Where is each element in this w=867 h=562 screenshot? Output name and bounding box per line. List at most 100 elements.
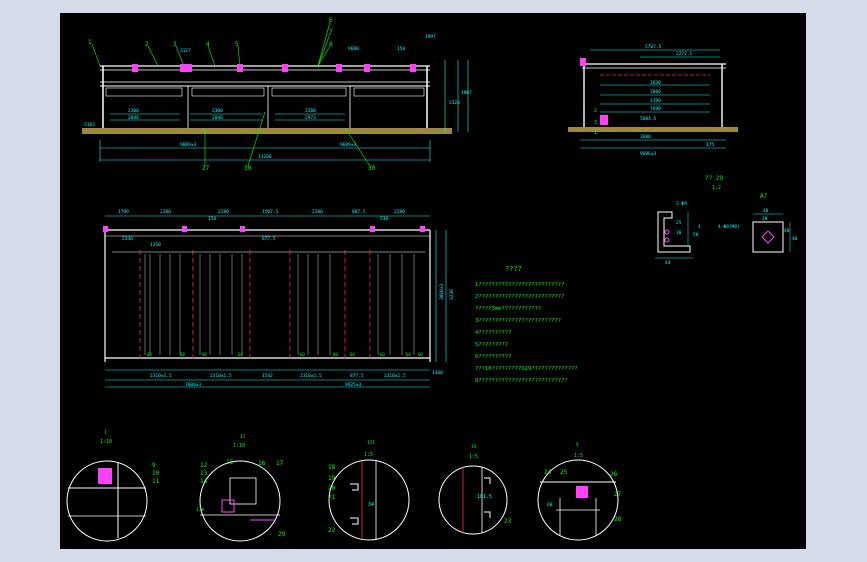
side-dim-2272: 2272.5: [676, 51, 693, 57]
dim-9680: 9680: [348, 46, 359, 52]
side-dim-3680: 3680: [640, 134, 651, 140]
detail-IV-dim: 101.5: [477, 494, 492, 500]
balloon-3: 3: [173, 41, 177, 48]
balloon-4: 4: [206, 41, 210, 48]
detail-I-callout-11: 11: [152, 478, 160, 485]
detail-I-callout-10: 10: [152, 470, 160, 477]
plan-dim-1507: 1507.5: [262, 209, 279, 215]
plan-dim-2310b: 2310±1.5: [210, 373, 232, 379]
plan-dim-3230: 3230: [449, 289, 455, 300]
note-line-6: 5?????????: [475, 342, 508, 348]
balloon-5: 5: [235, 41, 239, 48]
technical-notes: ???? 1?????????????????????????? 2??????…: [475, 265, 578, 384]
detail-V-callout-27: 27: [614, 491, 622, 498]
detail-III-callout-21: 21: [328, 494, 336, 501]
note-line-5: 4??????????: [475, 330, 511, 336]
plan-dim-1360: 1360: [432, 370, 443, 376]
detail-V-callout-24: 24: [544, 469, 552, 476]
detail-II-callout-178: 178: [196, 507, 204, 513]
plan-dim-887: 887.5: [352, 209, 366, 215]
balloon-6: 6: [329, 17, 333, 24]
detail-circle-V: V 1:5 24 25 26 27 28 60: [537, 442, 622, 541]
side-dim-9606: 9606±3: [640, 151, 657, 157]
detail-II-callout-13: 13: [200, 470, 208, 477]
plan-dim-2346: 2346: [122, 236, 133, 242]
block-dim-40a: 40: [763, 208, 769, 214]
balloon-7: 7: [329, 29, 333, 36]
note-line-9: 8???????????????????????????: [475, 378, 568, 384]
plan-dim-1542: 1542: [262, 373, 273, 379]
panel-label: 60: [380, 352, 385, 357]
block-dim-20: 20: [762, 216, 768, 222]
dim-2300a: 2300: [128, 108, 139, 114]
panel-label: 60: [147, 352, 152, 357]
detail-V-dim-60: 60: [547, 502, 553, 508]
detail-IV-callout-23: 23: [504, 518, 512, 525]
panel-label: 60: [350, 352, 355, 357]
detail-II-label: II: [240, 434, 246, 440]
plan-dim-877b: 877.5: [350, 373, 364, 379]
panel-label: 60: [418, 352, 423, 357]
side-dim-175: 175: [706, 142, 714, 148]
panel-label: 60: [202, 352, 207, 357]
block-dim-40c: 40: [784, 228, 790, 234]
dim-3120: 3120: [449, 100, 460, 106]
detail-circle-IV: IV 1:5 101.5 23: [438, 444, 512, 535]
notes-title: ????: [505, 265, 522, 273]
detail-III-label: III: [367, 440, 375, 446]
plan-dim-530: 530: [380, 216, 388, 222]
front-elevation: 1 2 3 4 5 6 7 8 27 30 30 2300 2048 2300 …: [82, 17, 472, 172]
side-callout-3: 3: [594, 120, 597, 126]
dim-1997: 1997: [425, 34, 436, 40]
side-dim-7690: 7690: [650, 106, 661, 112]
side-dim-5707: 5707.5: [645, 44, 662, 50]
block-dim-holes: 4-Φ8(M8): [718, 224, 740, 230]
plan-dim-1350: 1350: [150, 242, 161, 248]
note-line-3: ?????3mm????????????: [475, 306, 541, 312]
dim-2280: 2280: [305, 108, 316, 114]
detail-II-callout-12: 12: [200, 462, 208, 469]
bracket-dim-50: 50: [693, 232, 699, 238]
detail-II-callout-16: 16: [258, 460, 266, 467]
side-dim-3880: 3880: [650, 89, 661, 95]
dim-13200: 13200: [258, 154, 272, 160]
panel-label: 60: [180, 352, 185, 357]
dim-2973: 2973: [305, 115, 316, 121]
note-line-4: 3?????????????????????????: [475, 318, 561, 324]
detail-III-dim-34: 34: [368, 502, 374, 508]
bracket-detail: ?? 29 1:2 2-Φ9 25 30 50 44 4: [655, 175, 723, 266]
dim-9089: 9089±3: [180, 142, 197, 148]
detail-V-scale: 1:5: [574, 453, 583, 459]
side-dim-5684: 5684.5: [640, 116, 657, 122]
ground-hatch: [82, 128, 452, 134]
bracket-dim-holes: 2-Φ9: [676, 201, 687, 207]
detail-II-callout-29: 29: [278, 531, 286, 538]
plan-dim-9925: 9925±3: [345, 382, 362, 388]
detail-V-callout-28: 28: [614, 516, 622, 523]
bracket-dim-44: 44: [665, 260, 671, 266]
block-detail: A7 40 20 40 40 4-Φ8(M8): [718, 193, 798, 253]
plan-dim-2280a: 2280: [160, 209, 171, 215]
bracket-title: ?? 29: [705, 175, 723, 182]
dim-2048a: 2048: [128, 115, 139, 121]
detail-III-callout-20: 20: [328, 485, 336, 492]
dim-9609: 9609±3: [340, 142, 357, 148]
detail-II-scale: 1:10: [233, 443, 245, 449]
bracket-scale: 1:2: [712, 185, 721, 191]
panel-label: 60: [406, 352, 411, 357]
plan-view: 1799 2280 150 2280 1507.5 2280 887.5 530…: [103, 209, 455, 388]
block-title: A7: [760, 193, 768, 200]
balloon-2: 2: [145, 41, 149, 48]
detail-V-callout-25: 25: [560, 469, 568, 476]
side-callout-1: 1: [594, 130, 597, 136]
dim-2300b: 2300: [212, 108, 223, 114]
dim-3183: 3183: [84, 122, 95, 128]
plan-dim-877: 877.5: [262, 236, 276, 242]
plan-dim-150: 150: [208, 216, 216, 222]
detail-III-scale: 1:5: [364, 452, 373, 458]
detail-III-callout-18: 18: [328, 464, 336, 471]
dim-4867: 4867: [461, 90, 472, 96]
plan-dim-1799: 1799: [118, 209, 129, 215]
detail-II-callout-17: 17: [276, 460, 284, 467]
plan-dim-2280d: 2280: [394, 209, 405, 215]
